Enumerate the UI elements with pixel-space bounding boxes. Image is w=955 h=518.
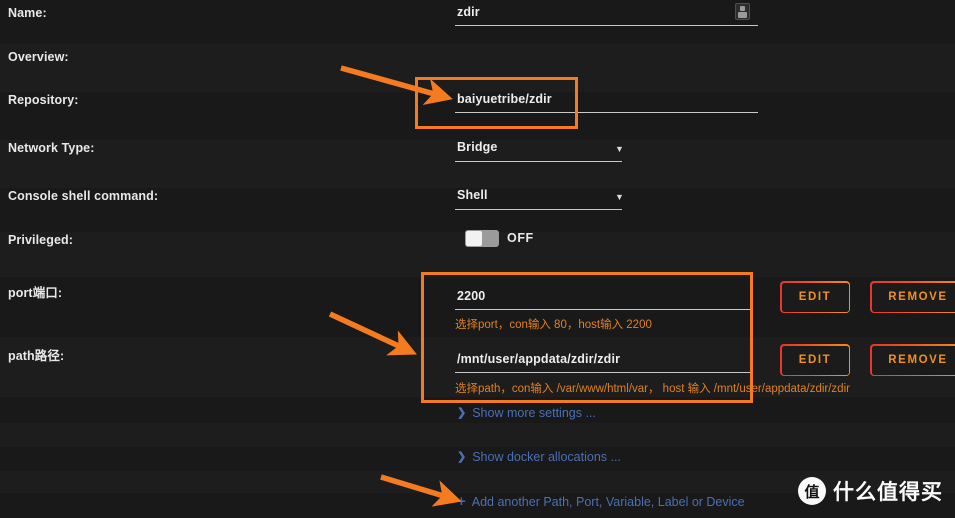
console-shell-select-underline[interactable]	[455, 184, 622, 210]
privileged-toggle-state: OFF	[507, 231, 534, 245]
toggle-knob	[466, 231, 482, 246]
label-console-shell-command: Console shell command:	[8, 189, 159, 203]
label-path: path路径:	[8, 349, 65, 363]
path-helper-text: 选择path，con输入 /var/www/html/var， host 输入 …	[455, 383, 850, 395]
row-band	[0, 44, 955, 92]
path-edit-button[interactable]: EDIT	[780, 344, 850, 376]
name-input-underline[interactable]	[455, 0, 758, 26]
add-another-entry-link[interactable]: + Add another Path, Port, Variable, Labe…	[457, 494, 745, 509]
path-remove-button[interactable]: REMOVE	[870, 344, 955, 376]
path-remove-label: REMOVE	[888, 354, 948, 366]
watermark: 值 什么值得买	[798, 476, 943, 506]
network-type-select-underline[interactable]	[455, 136, 622, 162]
show-docker-allocations-link[interactable]: ❯ Show docker allocations ...	[457, 450, 621, 464]
label-overview: Overview:	[8, 50, 69, 64]
privileged-toggle[interactable]	[465, 230, 499, 247]
label-repository: Repository:	[8, 93, 79, 107]
path-edit-label: EDIT	[798, 354, 832, 366]
add-another-entry-label: Add another Path, Port, Variable, Label …	[471, 494, 745, 509]
chevron-down-icon: ❯	[457, 450, 467, 463]
label-name: Name:	[8, 6, 47, 20]
smzdm-logo-icon: 值	[798, 477, 826, 505]
port-remove-button[interactable]: REMOVE	[870, 281, 955, 313]
label-privileged: Privileged:	[8, 233, 74, 247]
row-band	[0, 423, 955, 447]
show-docker-allocations-label: Show docker allocations ...	[472, 450, 621, 464]
watermark-text: 什么值得买	[833, 480, 943, 504]
port-edit-button[interactable]: EDIT	[780, 281, 850, 313]
port-remove-label: REMOVE	[888, 291, 948, 303]
path-input-underline[interactable]	[455, 348, 751, 373]
show-more-settings-label: Show more settings ...	[472, 406, 596, 420]
unraid-docker-container-form: Name: zdir Overview: Repository: baiyuet…	[0, 0, 955, 518]
chevron-down-icon: ❯	[457, 406, 467, 419]
port-helper-text: 选择port，con输入 80，host输入 2200	[455, 319, 652, 331]
show-more-settings-link[interactable]: ❯ Show more settings ...	[457, 406, 596, 420]
label-network-type: Network Type:	[8, 141, 95, 155]
label-port: port端口:	[8, 286, 63, 300]
repository-input-underline[interactable]	[455, 88, 758, 113]
port-input-underline[interactable]	[455, 285, 751, 310]
port-edit-label: EDIT	[798, 291, 832, 303]
plus-icon: +	[457, 493, 466, 510]
